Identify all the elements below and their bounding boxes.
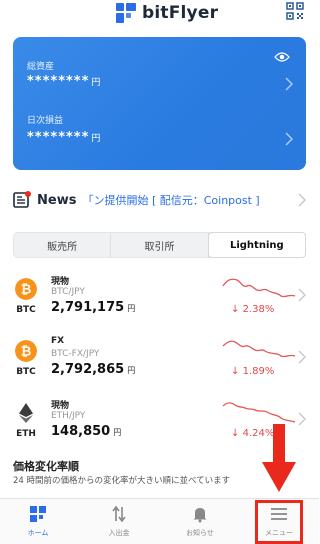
down-arrow-icon: ↓ [231,366,240,377]
ranking-title: 価格変化率順 [13,460,79,473]
app-name: bitFlyer [142,3,219,23]
coin-symbol: BTC [16,367,36,377]
coin-row-btc-fx[interactable]: ₿ BTC FX BTC-FX/JPY 2,792,865 円 ↓ 1.89% [13,334,306,390]
market-segment-control[interactable]: 販売所 取引所 Lightning [13,232,306,258]
news-ticker[interactable]: News 「ン提供開始 [ 配信元：Coinpost ] [13,186,306,214]
total-assets-label: 総資産 [27,62,55,72]
price-change: ↓ 2.38% [231,304,275,315]
transfer-icon [112,505,126,523]
ethereum-icon [19,403,33,423]
tab-notifications[interactable]: お知らせ [168,505,232,543]
price-change: ↓ 1.89% [231,366,275,377]
coin-type: 現物 [51,277,70,287]
coin-type: 現物 [51,401,70,411]
segment-lightning[interactable]: Lightning [207,232,306,258]
chevron-right-icon [298,412,306,426]
tab-label: 入出金 [108,529,130,537]
tab-deposit-withdraw[interactable]: 入出金 [87,505,151,543]
bitflyer-logo-mark [116,3,136,23]
news-label: News [37,192,77,208]
coin-pair: BTC/JPY [51,287,85,297]
home-icon [30,506,46,522]
eye-icon[interactable] [274,51,290,63]
arrow-down-icon [262,424,296,492]
news-headline[interactable]: 「ン提供開始 [ 配信元：Coinpost ] [82,192,282,208]
tab-label: お知らせ [186,529,214,537]
coin-symbol: ETH [16,429,36,439]
down-arrow-icon: ↓ [231,428,240,439]
chevron-right-icon [298,193,306,207]
qr-code-icon[interactable] [286,2,304,20]
segment-sales-office[interactable]: 販売所 [14,233,112,257]
price-sparkline [222,402,296,423]
daily-pnl-value: ******** 円 [27,130,101,145]
coin-pair: BTC-FX/JPY [51,349,100,359]
bell-icon [193,508,207,523]
chevron-right-icon [298,288,306,302]
chevron-right-icon [285,132,294,146]
coin-price: 2,791,175 円 [51,300,136,315]
tab-home[interactable]: ホーム [6,505,70,543]
app-header: bitFlyer [0,0,319,30]
coin-price: 2,792,865 円 [51,362,136,377]
coin-pair: ETH/JPY [51,411,86,421]
bitflyer-logo: bitFlyer [116,2,218,24]
coin-symbol: BTC [16,305,36,315]
svg-text:₿: ₿ [21,283,32,298]
news-icon [13,191,31,208]
total-assets-value: ******** 円 [27,74,101,89]
tab-label: ホーム [27,529,49,537]
chevron-right-icon [285,77,294,91]
asset-card[interactable]: 総資産 ******** 円 日次損益 ******** 円 [13,37,306,170]
bitcoin-icon: ₿ [15,278,37,300]
segment-exchange[interactable]: 取引所 [111,233,209,257]
price-sparkline [222,278,296,298]
bitcoin-icon: ₿ [15,340,37,362]
daily-pnl-label: 日次損益 [27,116,64,126]
coin-row-btc-spot[interactable]: ₿ BTC 現物 BTC/JPY 2,791,175 円 ↓ 2.38% [13,272,306,328]
menu-highlight-box [255,500,303,544]
down-arrow-icon: ↓ [231,304,240,315]
coin-price: 148,850 円 [51,424,122,439]
ranking-subtitle: 24 時間前の価格からの変化率が大きい順に並べています [13,476,231,486]
price-sparkline [222,340,296,358]
coin-type: FX [51,336,65,346]
chevron-right-icon [298,350,306,364]
svg-text:₿: ₿ [21,345,32,360]
